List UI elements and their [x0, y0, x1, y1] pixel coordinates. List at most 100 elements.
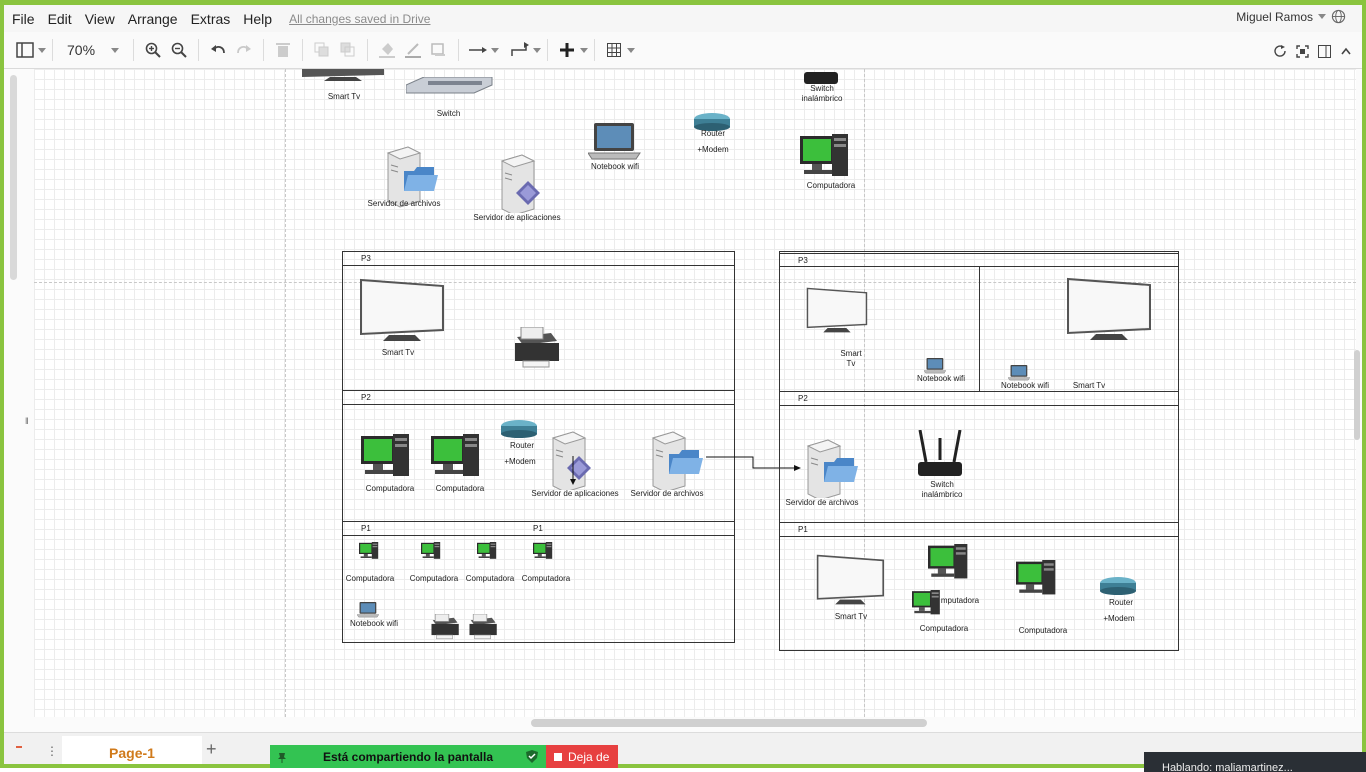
computer-icon[interactable]: [912, 590, 942, 616]
app-server-label: Servidor de aplicaciones: [531, 489, 619, 498]
floor-divider: [780, 253, 1178, 254]
computer-icon[interactable]: [421, 542, 441, 560]
left-building[interactable]: P3 Smart Tv P2 Computadora Computadora R…: [342, 251, 735, 643]
floor-title: P1: [798, 525, 808, 534]
floor-divider: [343, 535, 734, 536]
add-page-icon[interactable]: +: [206, 739, 217, 760]
zoom-in-icon[interactable]: [140, 37, 166, 63]
menu-file[interactable]: File: [12, 11, 35, 27]
format-panel-icon[interactable]: [12, 37, 38, 63]
splitter-handle[interactable]: ‖: [25, 416, 29, 426]
chevron-down-icon[interactable]: [38, 47, 46, 53]
right-building[interactable]: P3 Smart Tv Notebook wifi Notebook wifi S…: [779, 251, 1179, 651]
panel-toggle-icon[interactable]: [1314, 38, 1334, 64]
globe-icon[interactable]: [1331, 9, 1346, 24]
pages-menu-icon[interactable]: ⋮: [46, 744, 58, 758]
floor-divider: [343, 521, 734, 522]
sharing-status: Está compartiendo la pantalla: [270, 745, 546, 768]
app-server-icon[interactable]: [500, 153, 546, 213]
label-line: inalámbrico: [801, 94, 843, 103]
printer-icon[interactable]: [467, 614, 499, 640]
to-front-icon[interactable]: [309, 37, 335, 63]
computer-icon[interactable]: [800, 134, 850, 180]
floor-divider: [343, 390, 734, 391]
label-line: Switch: [930, 480, 954, 489]
to-back-icon[interactable]: [335, 37, 361, 63]
computer-icon[interactable]: [431, 434, 481, 478]
router-modem-label: +Modem: [504, 457, 536, 466]
menu-arrange[interactable]: Arrange: [128, 11, 178, 27]
computer-icon[interactable]: [1016, 560, 1058, 598]
computer-label: Computadora: [521, 574, 571, 583]
printer-icon[interactable]: [511, 327, 563, 371]
user-area[interactable]: Miguel Ramos: [1236, 9, 1346, 24]
app-window: File Edit View Arrange Extras Help All c…: [0, 0, 1366, 768]
app-server-icon[interactable]: [551, 430, 597, 490]
smart-tv-icon[interactable]: [300, 69, 386, 85]
menu-extras[interactable]: Extras: [191, 11, 231, 27]
menu-view[interactable]: View: [85, 11, 115, 27]
chevron-down-icon[interactable]: [627, 47, 636, 53]
file-server-icon[interactable]: [806, 438, 860, 498]
toolbar-divider: [263, 39, 265, 61]
user-dropdown-icon[interactable]: [1318, 14, 1326, 19]
zoom-select[interactable]: 70%: [59, 42, 127, 58]
smart-tv-icon[interactable]: [1066, 277, 1154, 343]
laptop-icon[interactable]: [924, 358, 946, 374]
computer-icon[interactable]: [361, 434, 411, 478]
pin-icon[interactable]: [276, 751, 288, 763]
collapse-icon[interactable]: [1336, 38, 1356, 64]
chevron-down-icon[interactable]: [580, 47, 589, 53]
sidebar-scrollbar[interactable]: [10, 75, 17, 280]
floor-title: P1: [361, 524, 371, 533]
table-icon[interactable]: [601, 37, 627, 63]
undo-icon[interactable]: [205, 37, 231, 63]
computer-icon[interactable]: [928, 544, 970, 582]
laptop-icon[interactable]: [1008, 365, 1030, 381]
computer-icon[interactable]: [359, 542, 379, 560]
computer-icon[interactable]: [533, 542, 553, 560]
computer-icon[interactable]: [477, 542, 497, 560]
fullscreen-icon[interactable]: [1292, 38, 1312, 64]
wireless-router-icon[interactable]: [918, 430, 964, 478]
connection-arrow-icon[interactable]: [465, 37, 491, 63]
tab-page-1[interactable]: Page-1: [62, 736, 202, 764]
toolbar-divider: [547, 39, 549, 61]
horizontal-scrollbar[interactable]: [531, 719, 927, 727]
vertical-scrollbar[interactable]: [1354, 350, 1360, 440]
toolbar-divider: [198, 39, 200, 61]
label-line: inalámbrico: [921, 490, 963, 499]
delete-icon[interactable]: [270, 37, 296, 63]
laptop-icon[interactable]: [357, 602, 379, 618]
diagram-canvas[interactable]: Smart Tv Switch Switch inalámbrico Notebo…: [34, 69, 1356, 717]
laptop-icon[interactable]: [588, 123, 642, 161]
chevron-down-icon[interactable]: [491, 47, 500, 53]
fill-color-icon[interactable]: [374, 37, 400, 63]
smart-tv-icon[interactable]: [816, 554, 886, 610]
waypoints-icon[interactable]: [507, 37, 533, 63]
shadow-icon[interactable]: [426, 37, 452, 63]
menu-edit[interactable]: Edit: [48, 11, 72, 27]
printer-icon[interactable]: [429, 614, 461, 640]
toolbar-right: [1270, 38, 1356, 64]
line-color-icon[interactable]: [400, 37, 426, 63]
refresh-icon[interactable]: [1270, 38, 1290, 64]
computer-label: Computadora: [806, 181, 856, 190]
smart-tv-icon[interactable]: [359, 278, 447, 344]
toolbar-divider: [367, 39, 369, 61]
chevron-down-icon[interactable]: [533, 47, 542, 53]
redo-icon[interactable]: [231, 37, 257, 63]
router-icon[interactable]: [1100, 577, 1138, 597]
router-icon[interactable]: [501, 420, 539, 440]
toolbar-divider: [302, 39, 304, 61]
insert-plus-icon[interactable]: [554, 37, 580, 63]
floor-title: P3: [798, 256, 808, 265]
zoom-out-icon[interactable]: [166, 37, 192, 63]
switch-icon[interactable]: [406, 77, 494, 95]
stop-sharing-button[interactable]: Deja de: [546, 745, 618, 768]
menu-help[interactable]: Help: [243, 11, 272, 27]
user-name[interactable]: Miguel Ramos: [1236, 10, 1313, 24]
smart-tv-icon[interactable]: [806, 287, 868, 339]
saved-status-link[interactable]: All changes saved in Drive: [289, 12, 430, 26]
file-server-icon[interactable]: [651, 430, 705, 490]
